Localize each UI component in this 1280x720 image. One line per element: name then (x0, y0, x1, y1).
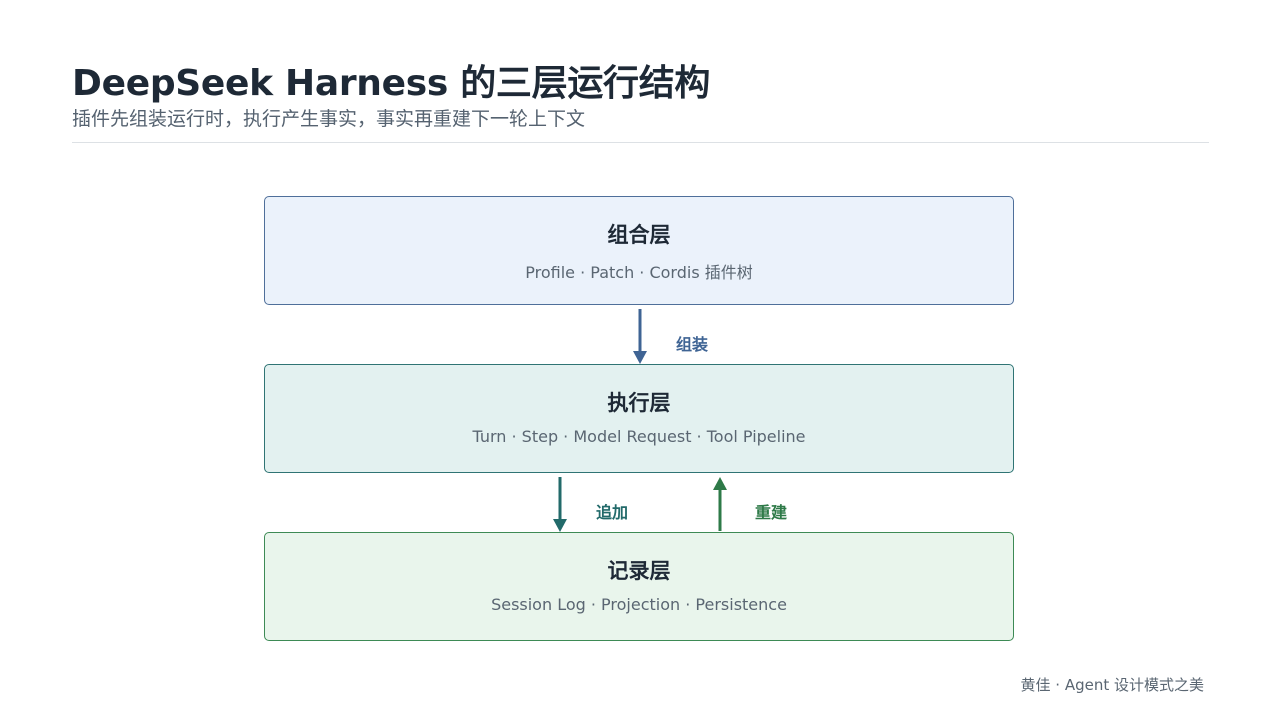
compose-layer-desc: Profile · Patch · Cordis 插件树 (525, 263, 753, 282)
page-subtitle: 插件先组装运行时，执行产生事实，事实再重建下一轮上下文 (72, 108, 586, 130)
assemble-label: 组装 (676, 335, 709, 354)
record-layer-title: 记录层 (607, 559, 671, 583)
exec-layer-desc: Turn · Step · Model Request · Tool Pipel… (472, 427, 806, 446)
append-label: 追加 (596, 503, 629, 522)
rebuild-label: 重建 (755, 503, 788, 522)
record-layer-desc: Session Log · Projection · Persistence (491, 595, 787, 614)
append-arrow (553, 477, 567, 532)
compose-layer-title: 组合层 (607, 223, 671, 247)
exec-layer-title: 执行层 (607, 391, 671, 415)
assemble-arrow (633, 309, 647, 364)
compose-layer-box: 组合层 Profile · Patch · Cordis 插件树 (264, 196, 1014, 305)
page-title: DeepSeek Harness 的三层运行结构 (72, 63, 711, 104)
record-layer-box: 记录层 Session Log · Projection · Persisten… (264, 532, 1014, 641)
rebuild-arrow (713, 477, 727, 531)
exec-layer-box: 执行层 Turn · Step · Model Request · Tool P… (264, 364, 1014, 473)
footer-credit: 黄佳 · Agent 设计模式之美 (1020, 676, 1204, 694)
header-divider (72, 142, 1209, 143)
